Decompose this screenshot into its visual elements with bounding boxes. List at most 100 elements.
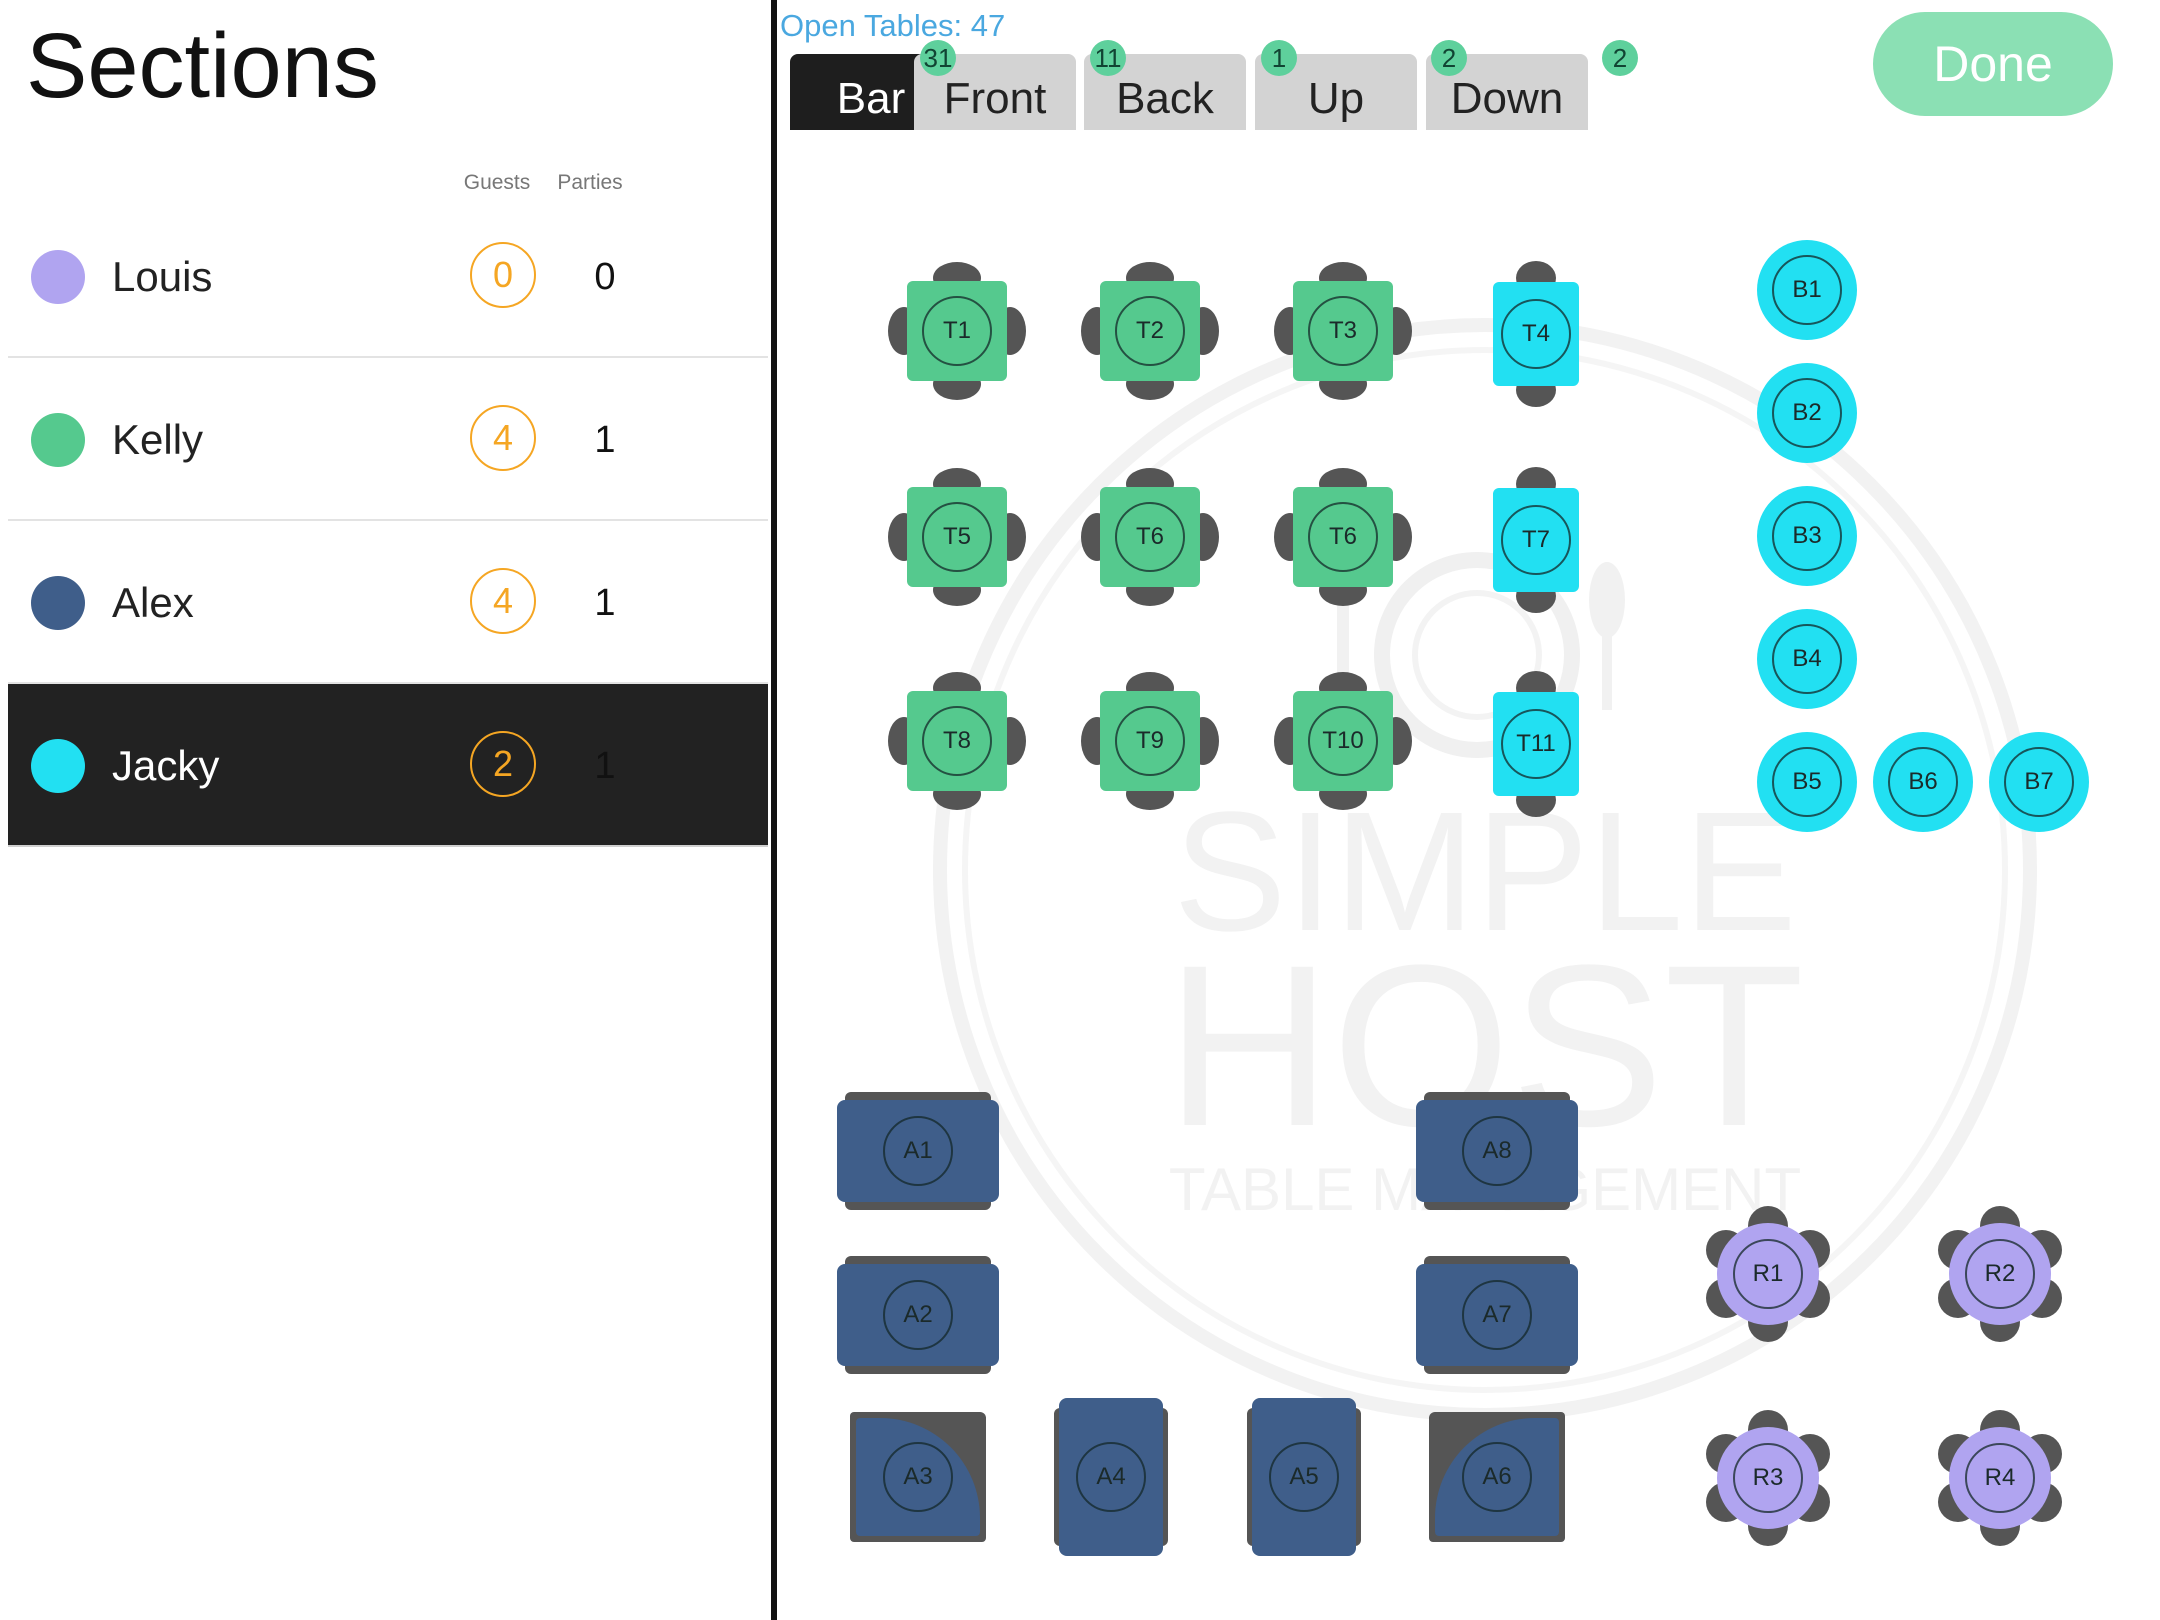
table-label: A2 [883, 1280, 953, 1350]
tab-count-badge: 2 [1602, 40, 1638, 76]
table-label: R1 [1733, 1239, 1803, 1309]
table-a3[interactable]: A3 [850, 1412, 986, 1542]
section-color-dot [31, 413, 85, 467]
parties-count: 1 [594, 745, 616, 787]
section-row-louis[interactable]: Louis 0 0 [8, 195, 768, 358]
table-r2[interactable]: R2 [1934, 1206, 2066, 1342]
tab-count-badge: 11 [1090, 40, 1126, 76]
section-name: Alex [112, 579, 194, 626]
table-label: T1 [922, 296, 992, 366]
table-label: T8 [922, 706, 992, 776]
tab-count-badge: 31 [920, 40, 956, 76]
parties-count: 0 [594, 256, 616, 298]
section-name: Jacky [112, 742, 220, 789]
table-label: R4 [1965, 1443, 2035, 1513]
floor-plan: SIMPLE HOST TABLE MANAGEMENT Open Tables… [777, 0, 2160, 1620]
guests-count-badge: 0 [470, 242, 536, 308]
table-label: B4 [1772, 624, 1842, 694]
tab-label: Bar [836, 74, 906, 123]
table-a5[interactable]: A5 [1247, 1398, 1361, 1556]
table-label: A4 [1076, 1442, 1146, 1512]
sections-panel: Sections Guests Parties Louis 0 0 Kelly … [0, 0, 771, 1620]
table-t10[interactable]: T10 [1274, 672, 1412, 810]
table-label: A5 [1269, 1442, 1339, 1512]
section-row-alex[interactable]: Alex 4 1 [8, 521, 768, 684]
table-r1[interactable]: R1 [1702, 1206, 1834, 1342]
tab-label: Down [1450, 74, 1564, 123]
table-label: B5 [1772, 747, 1842, 817]
table-t1[interactable]: T1 [888, 262, 1026, 400]
table-t2[interactable]: T2 [1081, 262, 1219, 400]
table-a2[interactable]: A2 [837, 1256, 999, 1374]
table-b6[interactable]: B6 [1873, 732, 1973, 832]
guests-count-badge: 4 [470, 568, 536, 634]
table-b3[interactable]: B3 [1757, 486, 1857, 586]
tab-count-badge: 2 [1431, 40, 1467, 76]
table-t5[interactable]: T5 [888, 468, 1026, 606]
table-t6[interactable]: T6 [1081, 468, 1219, 606]
table-label: T10 [1308, 706, 1378, 776]
section-name: Kelly [112, 416, 204, 463]
table-b7[interactable]: B7 [1989, 732, 2089, 832]
table-label: B3 [1772, 501, 1842, 571]
table-t6[interactable]: T6 [1274, 468, 1412, 606]
section-name: Louis [112, 253, 213, 300]
done-button[interactable]: Done [1873, 12, 2113, 116]
table-r4[interactable]: R4 [1934, 1410, 2066, 1546]
table-b4[interactable]: B4 [1757, 609, 1857, 709]
table-b2[interactable]: B2 [1757, 363, 1857, 463]
table-label: T9 [1115, 706, 1185, 776]
table-label: B1 [1772, 255, 1842, 325]
table-t7[interactable]: T7 [1491, 467, 1581, 613]
table-label: T4 [1501, 299, 1571, 369]
table-b5[interactable]: B5 [1757, 732, 1857, 832]
tab-label: Front [943, 74, 1047, 123]
table-label: A6 [1462, 1442, 1532, 1512]
guests-count-badge: 2 [470, 731, 536, 797]
table-label: R3 [1733, 1443, 1803, 1513]
table-label: B6 [1888, 747, 1958, 817]
table-a8[interactable]: A8 [1416, 1092, 1578, 1210]
table-a4[interactable]: A4 [1054, 1398, 1168, 1556]
parties-count: 1 [594, 419, 616, 461]
parties-column-header: Parties [557, 171, 623, 194]
table-a7[interactable]: A7 [1416, 1256, 1578, 1374]
tab-label: Back [1116, 74, 1214, 123]
table-label: T2 [1115, 296, 1185, 366]
tab-count-badge: 1 [1261, 40, 1297, 76]
table-label: B7 [2004, 747, 2074, 817]
table-t3[interactable]: T3 [1274, 262, 1412, 400]
parties-count: 1 [594, 582, 616, 624]
table-label: A1 [883, 1116, 953, 1186]
table-label: T11 [1501, 709, 1571, 779]
watermark-word-simple: SIMPLE [1173, 777, 1797, 967]
table-b1[interactable]: B1 [1757, 240, 1857, 340]
section-color-dot [31, 576, 85, 630]
table-t4[interactable]: T4 [1491, 261, 1581, 407]
guests-column-header: Guests [463, 171, 531, 194]
table-t8[interactable]: T8 [888, 672, 1026, 810]
table-label: T7 [1501, 505, 1571, 575]
table-a1[interactable]: A1 [837, 1092, 999, 1210]
table-label: A7 [1462, 1280, 1532, 1350]
page-title: Sections [26, 15, 379, 117]
table-label: A3 [883, 1442, 953, 1512]
table-t9[interactable]: T9 [1081, 672, 1219, 810]
section-color-dot [31, 250, 85, 304]
table-t11[interactable]: T11 [1491, 671, 1581, 817]
open-tables-count: Open Tables: 47 [780, 8, 1006, 43]
section-row-jacky[interactable]: Jacky 2 1 [8, 684, 768, 847]
section-color-dot [31, 739, 85, 793]
table-label: A8 [1462, 1116, 1532, 1186]
table-label: T6 [1115, 502, 1185, 572]
table-r3[interactable]: R3 [1702, 1410, 1834, 1546]
table-label: T3 [1308, 296, 1378, 366]
table-label: R2 [1965, 1239, 2035, 1309]
table-label: T5 [922, 502, 992, 572]
section-row-kelly[interactable]: Kelly 4 1 [8, 358, 768, 521]
table-a6[interactable]: A6 [1429, 1412, 1565, 1542]
tab-label: Up [1307, 74, 1365, 123]
table-label: B2 [1772, 378, 1842, 448]
table-label: T6 [1308, 502, 1378, 572]
guests-count-badge: 4 [470, 405, 536, 471]
